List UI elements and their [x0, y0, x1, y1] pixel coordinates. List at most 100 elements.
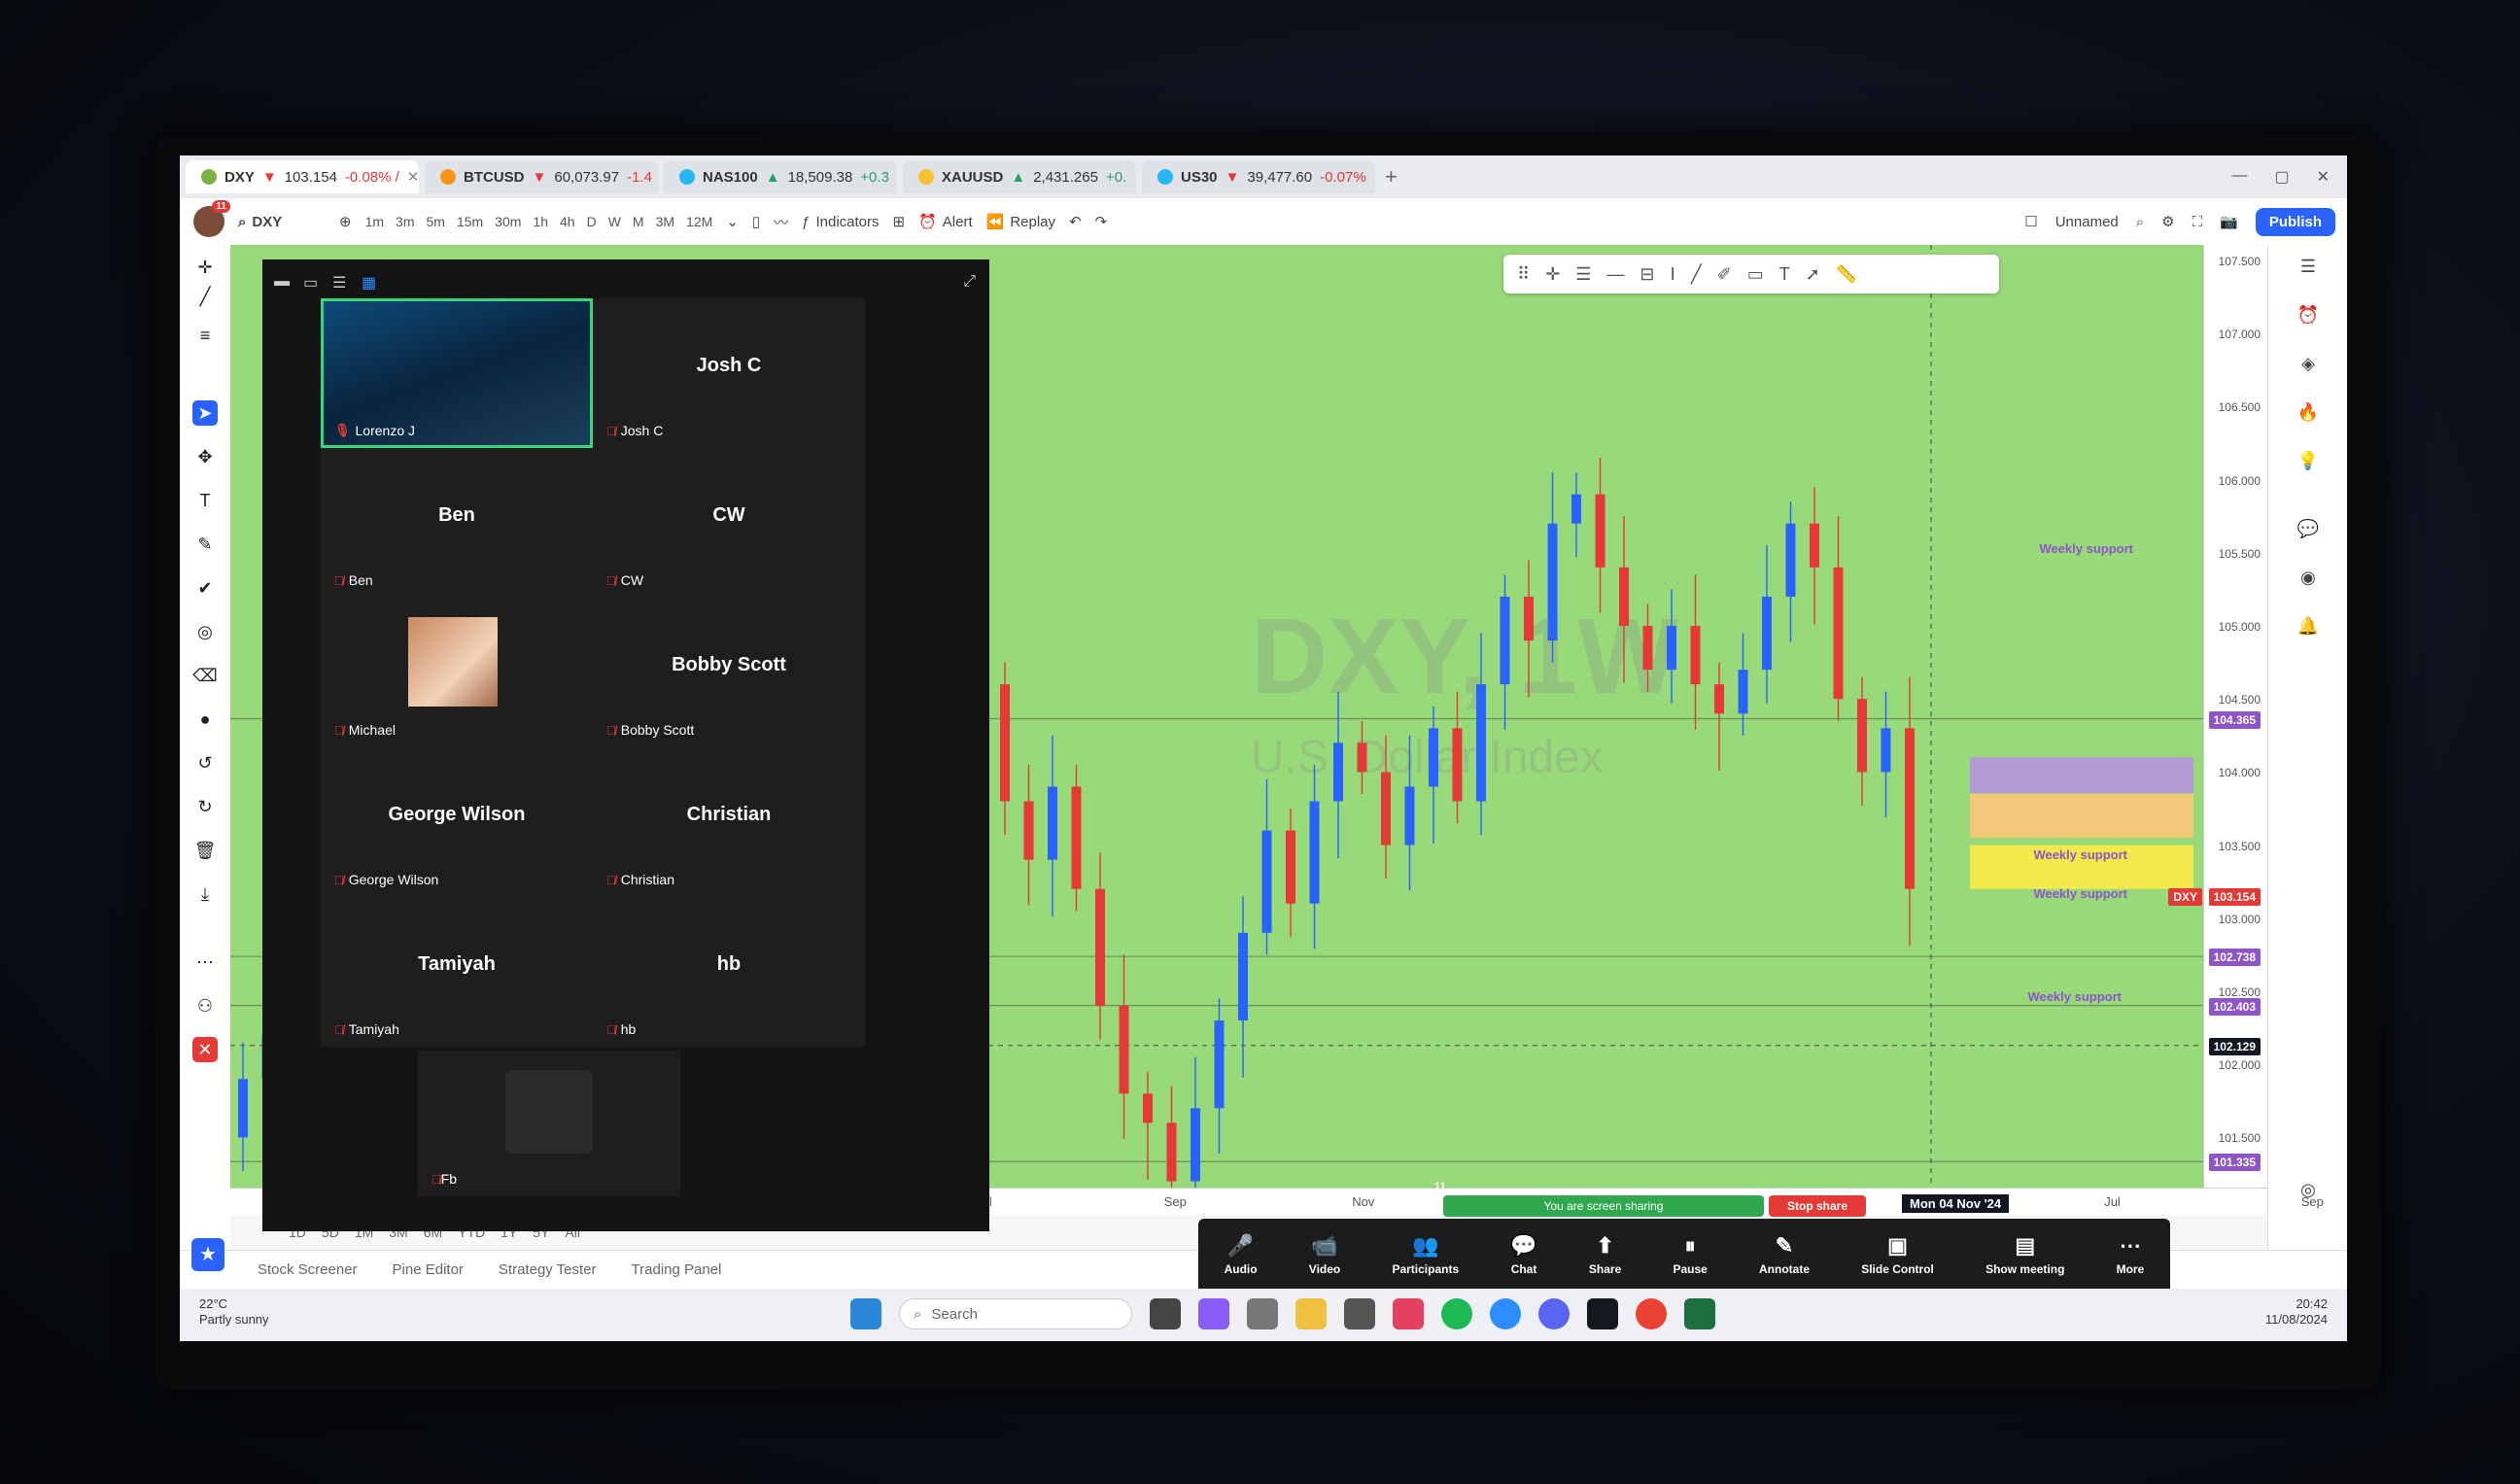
- check-icon[interactable]: ✔: [192, 575, 218, 601]
- redo-tool-icon[interactable]: ↻: [192, 794, 218, 819]
- expand-icon[interactable]: ⤢: [963, 273, 976, 291]
- slide-control-button[interactable]: ▣ Slide Control: [1861, 1233, 1934, 1276]
- layers-icon[interactable]: ◈: [2296, 354, 2321, 379]
- more-button[interactable]: ⋯ More: [2117, 1233, 2145, 1276]
- participant-tile[interactable]: 🎙 Lorenzo J: [321, 298, 593, 448]
- bottom-tab[interactable]: Strategy Tester: [499, 1261, 597, 1278]
- trash-icon[interactable]: 🗑: [192, 838, 218, 863]
- undo-tool-icon[interactable]: ↺: [192, 750, 218, 776]
- replay-button[interactable]: ⏪ Replay: [986, 213, 1055, 231]
- watchlist-icon[interactable]: ☰: [2296, 257, 2321, 282]
- annotate-button[interactable]: ✎ Annotate: [1759, 1233, 1810, 1276]
- fib-icon[interactable]: ≡: [192, 323, 218, 348]
- chat-button[interactable]: 💬 Chat: [1510, 1233, 1536, 1276]
- copilot-icon[interactable]: [1198, 1298, 1229, 1329]
- cursor-icon[interactable]: ➤: [192, 400, 218, 426]
- bottom-tab[interactable]: Stock Screener: [258, 1261, 358, 1278]
- timeframe-option[interactable]: M: [633, 214, 644, 229]
- share-button[interactable]: ⬆ Share: [1589, 1233, 1621, 1276]
- system-tray[interactable]: 20:42 11/08/2024: [2265, 1296, 2328, 1328]
- video-button[interactable]: 📹 Video: [1309, 1233, 1340, 1276]
- participant-tile[interactable]: CW 🎙̸ CW: [593, 448, 865, 598]
- move-icon[interactable]: ✥: [192, 444, 218, 469]
- participant-tile[interactable]: Josh C 🎙̸ Josh C: [593, 298, 865, 448]
- instagram-icon[interactable]: [1393, 1298, 1424, 1329]
- price-axis[interactable]: 107.500 107.000 106.500 106.000 105.500 105.0…: [2168, 245, 2268, 1292]
- timeframe-option[interactable]: 12M: [686, 214, 712, 229]
- bar-type-icon[interactable]: ▯: [752, 213, 760, 230]
- measure-icon[interactable]: Ⅰ: [1671, 264, 1675, 285]
- audio-button[interactable]: 🎤 Audio: [1225, 1233, 1258, 1276]
- new-tab-button[interactable]: +: [1385, 164, 1398, 190]
- timeframe-option[interactable]: 15m: [457, 214, 483, 229]
- undo-icon[interactable]: ↶: [1069, 213, 1082, 230]
- chrome-icon[interactable]: [1636, 1298, 1667, 1329]
- close-tab-icon[interactable]: ✕: [1374, 168, 1375, 186]
- gallery-view-icon[interactable]: ☰: [332, 273, 346, 293]
- publish-button[interactable]: Publish: [2255, 207, 2335, 236]
- timeframe-option[interactable]: W: [608, 214, 621, 229]
- participant-tile[interactable]: Tamiyah 🎙̸ Tamiyah: [321, 897, 593, 1047]
- settings-icon[interactable]: ⚙: [2161, 213, 2174, 230]
- timeframe-option[interactable]: 1h: [533, 214, 548, 229]
- chat-icon[interactable]: 💬: [2296, 519, 2321, 544]
- line-tool-icon[interactable]: ╱: [1691, 264, 1702, 285]
- channel-icon[interactable]: ⊟: [1640, 264, 1654, 285]
- timeframe-option[interactable]: 3m: [396, 214, 414, 229]
- layout-checkbox[interactable]: ☐: [2024, 213, 2037, 230]
- drag-handle-icon[interactable]: ⠿: [1517, 264, 1530, 285]
- fullscreen-icon[interactable]: ⛶: [2192, 214, 2203, 230]
- brush-icon[interactable]: ✎: [192, 532, 218, 557]
- participant-tile[interactable]: 🎙̸ Michael: [321, 598, 593, 747]
- user-avatar[interactable]: 11: [193, 200, 230, 237]
- excel-icon[interactable]: [1684, 1298, 1715, 1329]
- timeframe-option[interactable]: D: [587, 214, 597, 229]
- participant-tile[interactable]: Ben 🎙̸ Ben: [321, 448, 593, 598]
- show-meeting-button[interactable]: ▤ Show meeting: [1985, 1233, 2064, 1276]
- browser-tab[interactable]: NAS100▲18,509.38+0.3✕: [664, 160, 897, 193]
- close-annotation-icon[interactable]: ✕: [192, 1037, 218, 1062]
- text-tool-icon[interactable]: T: [1779, 264, 1790, 285]
- settings-app-icon[interactable]: [1247, 1298, 1278, 1329]
- stop-share-button[interactable]: Stop share: [1769, 1195, 1866, 1217]
- quick-search-icon[interactable]: ⌕: [2136, 214, 2144, 230]
- hlines-icon[interactable]: ☰: [1575, 264, 1591, 285]
- minimize-icon[interactable]: —: [2231, 167, 2247, 187]
- rectangle-icon[interactable]: ▭: [1747, 264, 1764, 285]
- participant-tile[interactable]: 🎙̸Fb: [418, 1051, 680, 1196]
- trend-line-icon[interactable]: ╱: [192, 284, 218, 309]
- close-icon[interactable]: ✕: [2317, 167, 2330, 187]
- file-explorer-icon[interactable]: [1295, 1298, 1327, 1329]
- templates-icon[interactable]: ⊞: [893, 213, 906, 230]
- close-tab-icon[interactable]: ✕: [407, 168, 419, 186]
- bottom-tab[interactable]: Pine Editor: [393, 1261, 464, 1278]
- line-type-icon[interactable]: 〰: [774, 212, 788, 232]
- spotify-icon[interactable]: [1441, 1298, 1472, 1329]
- timeframe-option[interactable]: 5m: [426, 214, 444, 229]
- layout-name[interactable]: Unnamed: [2055, 214, 2119, 230]
- ideas-icon[interactable]: 💡: [2296, 451, 2321, 476]
- participant-tile[interactable]: Bobby Scott 🎙̸ Bobby Scott: [593, 598, 865, 747]
- discord-icon[interactable]: [1538, 1298, 1570, 1329]
- compare-icon[interactable]: ⊕: [339, 213, 352, 230]
- hline-icon[interactable]: —: [1606, 264, 1624, 285]
- star-icon[interactable]: ★: [191, 1238, 224, 1271]
- windows-start-icon[interactable]: [850, 1298, 881, 1329]
- podcast-icon[interactable]: ◉: [2296, 568, 2321, 593]
- bottom-tab[interactable]: Trading Panel: [632, 1261, 722, 1278]
- alert-button[interactable]: ⏰ Alert: [918, 213, 973, 231]
- timeframe-option[interactable]: 4h: [560, 214, 575, 229]
- grid-view-icon[interactable]: ▦: [362, 273, 376, 293]
- minimize-panel-icon[interactable]: ▬: [274, 273, 290, 291]
- timeframe-option[interactable]: 30m: [495, 214, 521, 229]
- zoom-app-icon[interactable]: [1490, 1298, 1521, 1329]
- browser-tab[interactable]: XAUUSD ▲ 2,431.265 +0. ✕: [903, 160, 1136, 193]
- hotlist-icon[interactable]: 🔥: [2296, 402, 2321, 428]
- browser-tab[interactable]: DXY ▼ 103.154 -0.08% / ✕: [186, 160, 419, 193]
- camera-icon[interactable]: 📷: [2220, 213, 2238, 230]
- crosshair-tool-icon[interactable]: ✛: [1545, 264, 1560, 285]
- text-icon[interactable]: T: [192, 488, 218, 513]
- people-icon[interactable]: ⚇: [192, 993, 218, 1018]
- store-icon[interactable]: [1344, 1298, 1375, 1329]
- indicators-button[interactable]: ƒ Indicators: [802, 214, 879, 230]
